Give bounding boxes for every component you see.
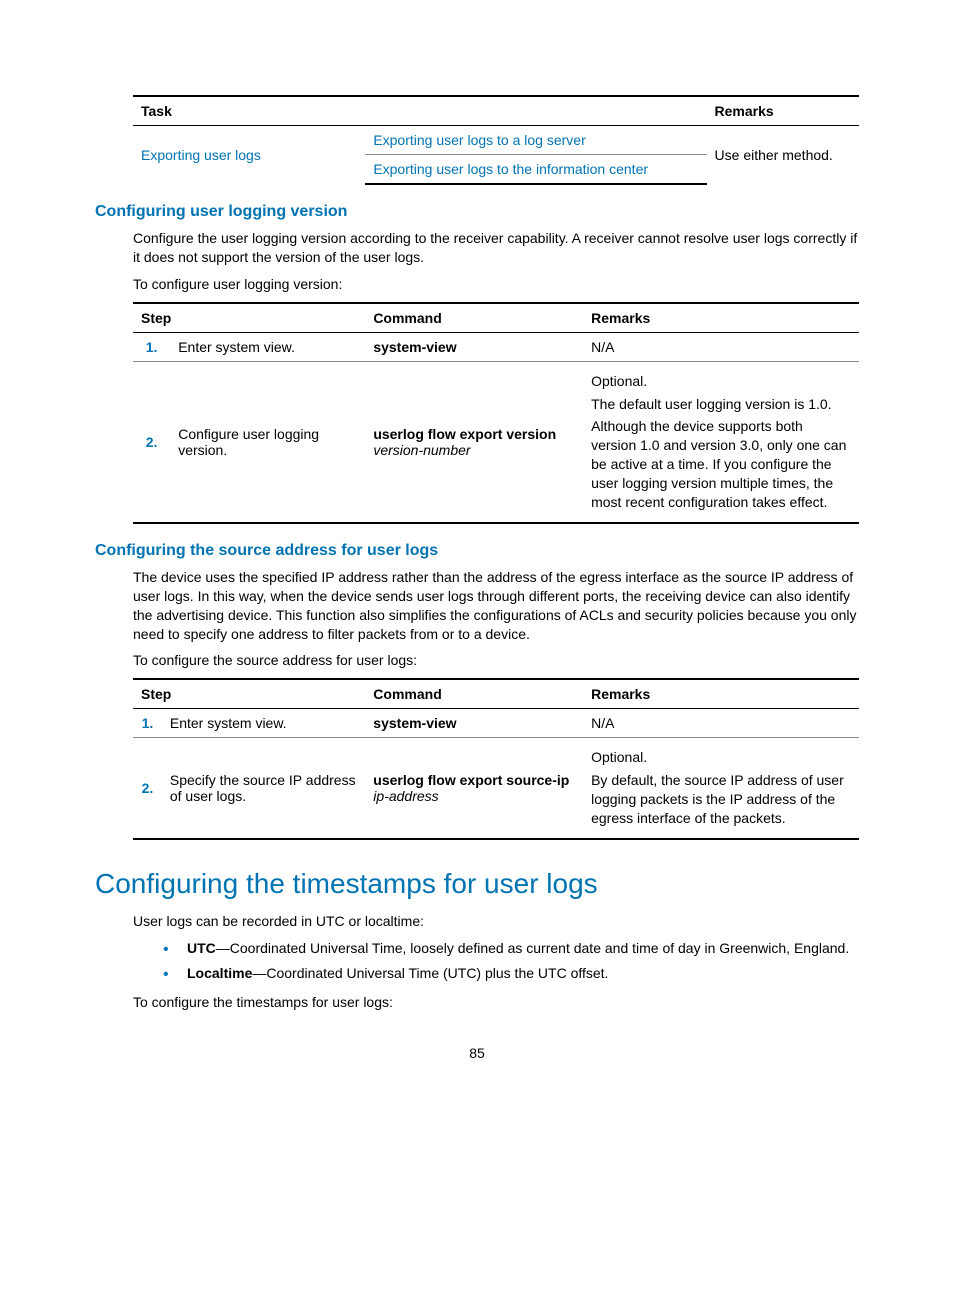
remarks-line: Optional. — [591, 372, 851, 391]
step-number: 2. — [133, 361, 170, 523]
term-text: —Coordinated Universal Time (UTC) plus t… — [252, 965, 608, 981]
th-command: Command — [365, 303, 583, 333]
paragraph: To configure user logging version: — [133, 275, 859, 294]
command-bold: userlog flow export source-ip — [373, 772, 569, 788]
table-header-row: Step Command Remarks — [133, 303, 859, 333]
remarks-block: Optional. By default, the source IP addr… — [583, 738, 859, 839]
term-bold: UTC — [187, 940, 216, 956]
paragraph: User logs can be recorded in UTC or loca… — [133, 912, 859, 931]
table-header-row: Step Command Remarks — [133, 679, 859, 709]
table-header-row: Task Remarks — [133, 96, 859, 126]
remarks-text: N/A — [583, 332, 859, 361]
step-number: 1. — [133, 709, 162, 738]
list-item: UTC—Coordinated Universal Time, loosely … — [133, 939, 859, 958]
task-remarks: Use either method. — [707, 126, 859, 185]
tasks-table: Task Remarks Exporting user logs Exporti… — [133, 95, 859, 185]
bullet-list: UTC—Coordinated Universal Time, loosely … — [133, 939, 859, 983]
step-number: 1. — [133, 332, 170, 361]
remarks-text: N/A — [583, 709, 859, 738]
remarks-line: Optional. — [591, 748, 851, 767]
th-remarks: Remarks — [583, 303, 859, 333]
remarks-line: Although the device supports both versio… — [591, 417, 851, 511]
tasks-table-wrapper: Task Remarks Exporting user logs Exporti… — [133, 95, 859, 185]
command-italic: ip-address — [373, 788, 438, 804]
th-remarks: Remarks — [583, 679, 859, 709]
list-item: Localtime—Coordinated Universal Time (UT… — [133, 964, 859, 983]
source-steps-table: Step Command Remarks 1. Enter system vie… — [133, 678, 859, 840]
subtask-link[interactable]: Exporting user logs to a log server — [365, 126, 706, 155]
step-number: 2. — [133, 738, 162, 839]
th-command: Command — [365, 679, 583, 709]
section-heading-version: Configuring user logging version — [95, 203, 859, 221]
th-remarks: Remarks — [707, 96, 859, 126]
task-link[interactable]: Exporting user logs — [133, 126, 365, 185]
command-text: system-view — [365, 709, 583, 738]
remarks-line: The default user logging version is 1.0. — [591, 395, 851, 414]
remarks-block: Optional. The default user logging versi… — [583, 361, 859, 523]
subtask-link[interactable]: Exporting user logs to the information c… — [365, 155, 706, 185]
paragraph: Configure the user logging version accor… — [133, 229, 859, 267]
paragraph: The device uses the specified IP address… — [133, 568, 859, 644]
command-text: userlog flow export versionversion-numbe… — [365, 361, 583, 523]
term-bold: Localtime — [187, 965, 252, 981]
table-row: 2. Specify the source IP address of user… — [133, 738, 859, 839]
table-row: 2. Configure user logging version. userl… — [133, 361, 859, 523]
th-step: Step — [133, 679, 365, 709]
term-text: —Coordinated Universal Time, loosely def… — [216, 940, 849, 956]
page-number: 85 — [95, 1045, 859, 1061]
th-sub — [365, 96, 706, 126]
step-text: Enter system view. — [170, 332, 365, 361]
step-text: Enter system view. — [162, 709, 365, 738]
command-text: system-view — [365, 332, 583, 361]
remarks-line: By default, the source IP address of use… — [591, 771, 851, 828]
section-body: User logs can be recorded in UTC or loca… — [133, 912, 859, 1012]
th-task: Task — [133, 96, 365, 126]
command-bold: userlog flow export version — [373, 426, 556, 442]
version-steps-table: Step Command Remarks 1. Enter system vie… — [133, 302, 859, 524]
th-step: Step — [133, 303, 365, 333]
table-row: Exporting user logs Exporting user logs … — [133, 126, 859, 155]
section-body: The device uses the specified IP address… — [133, 568, 859, 840]
command-italic: version-number — [373, 442, 470, 458]
command-text: userlog flow export source-ipip-address — [365, 738, 583, 839]
document-page: Task Remarks Exporting user logs Exporti… — [0, 0, 954, 1101]
section-heading-timestamps: Configuring the timestamps for user logs — [95, 868, 859, 900]
table-row: 1. Enter system view. system-view N/A — [133, 709, 859, 738]
paragraph: To configure the source address for user… — [133, 651, 859, 670]
section-heading-source: Configuring the source address for user … — [95, 542, 859, 560]
step-text: Configure user logging version. — [170, 361, 365, 523]
section-body: Configure the user logging version accor… — [133, 229, 859, 524]
table-row: 1. Enter system view. system-view N/A — [133, 332, 859, 361]
step-text: Specify the source IP address of user lo… — [162, 738, 365, 839]
paragraph: To configure the timestamps for user log… — [133, 993, 859, 1012]
